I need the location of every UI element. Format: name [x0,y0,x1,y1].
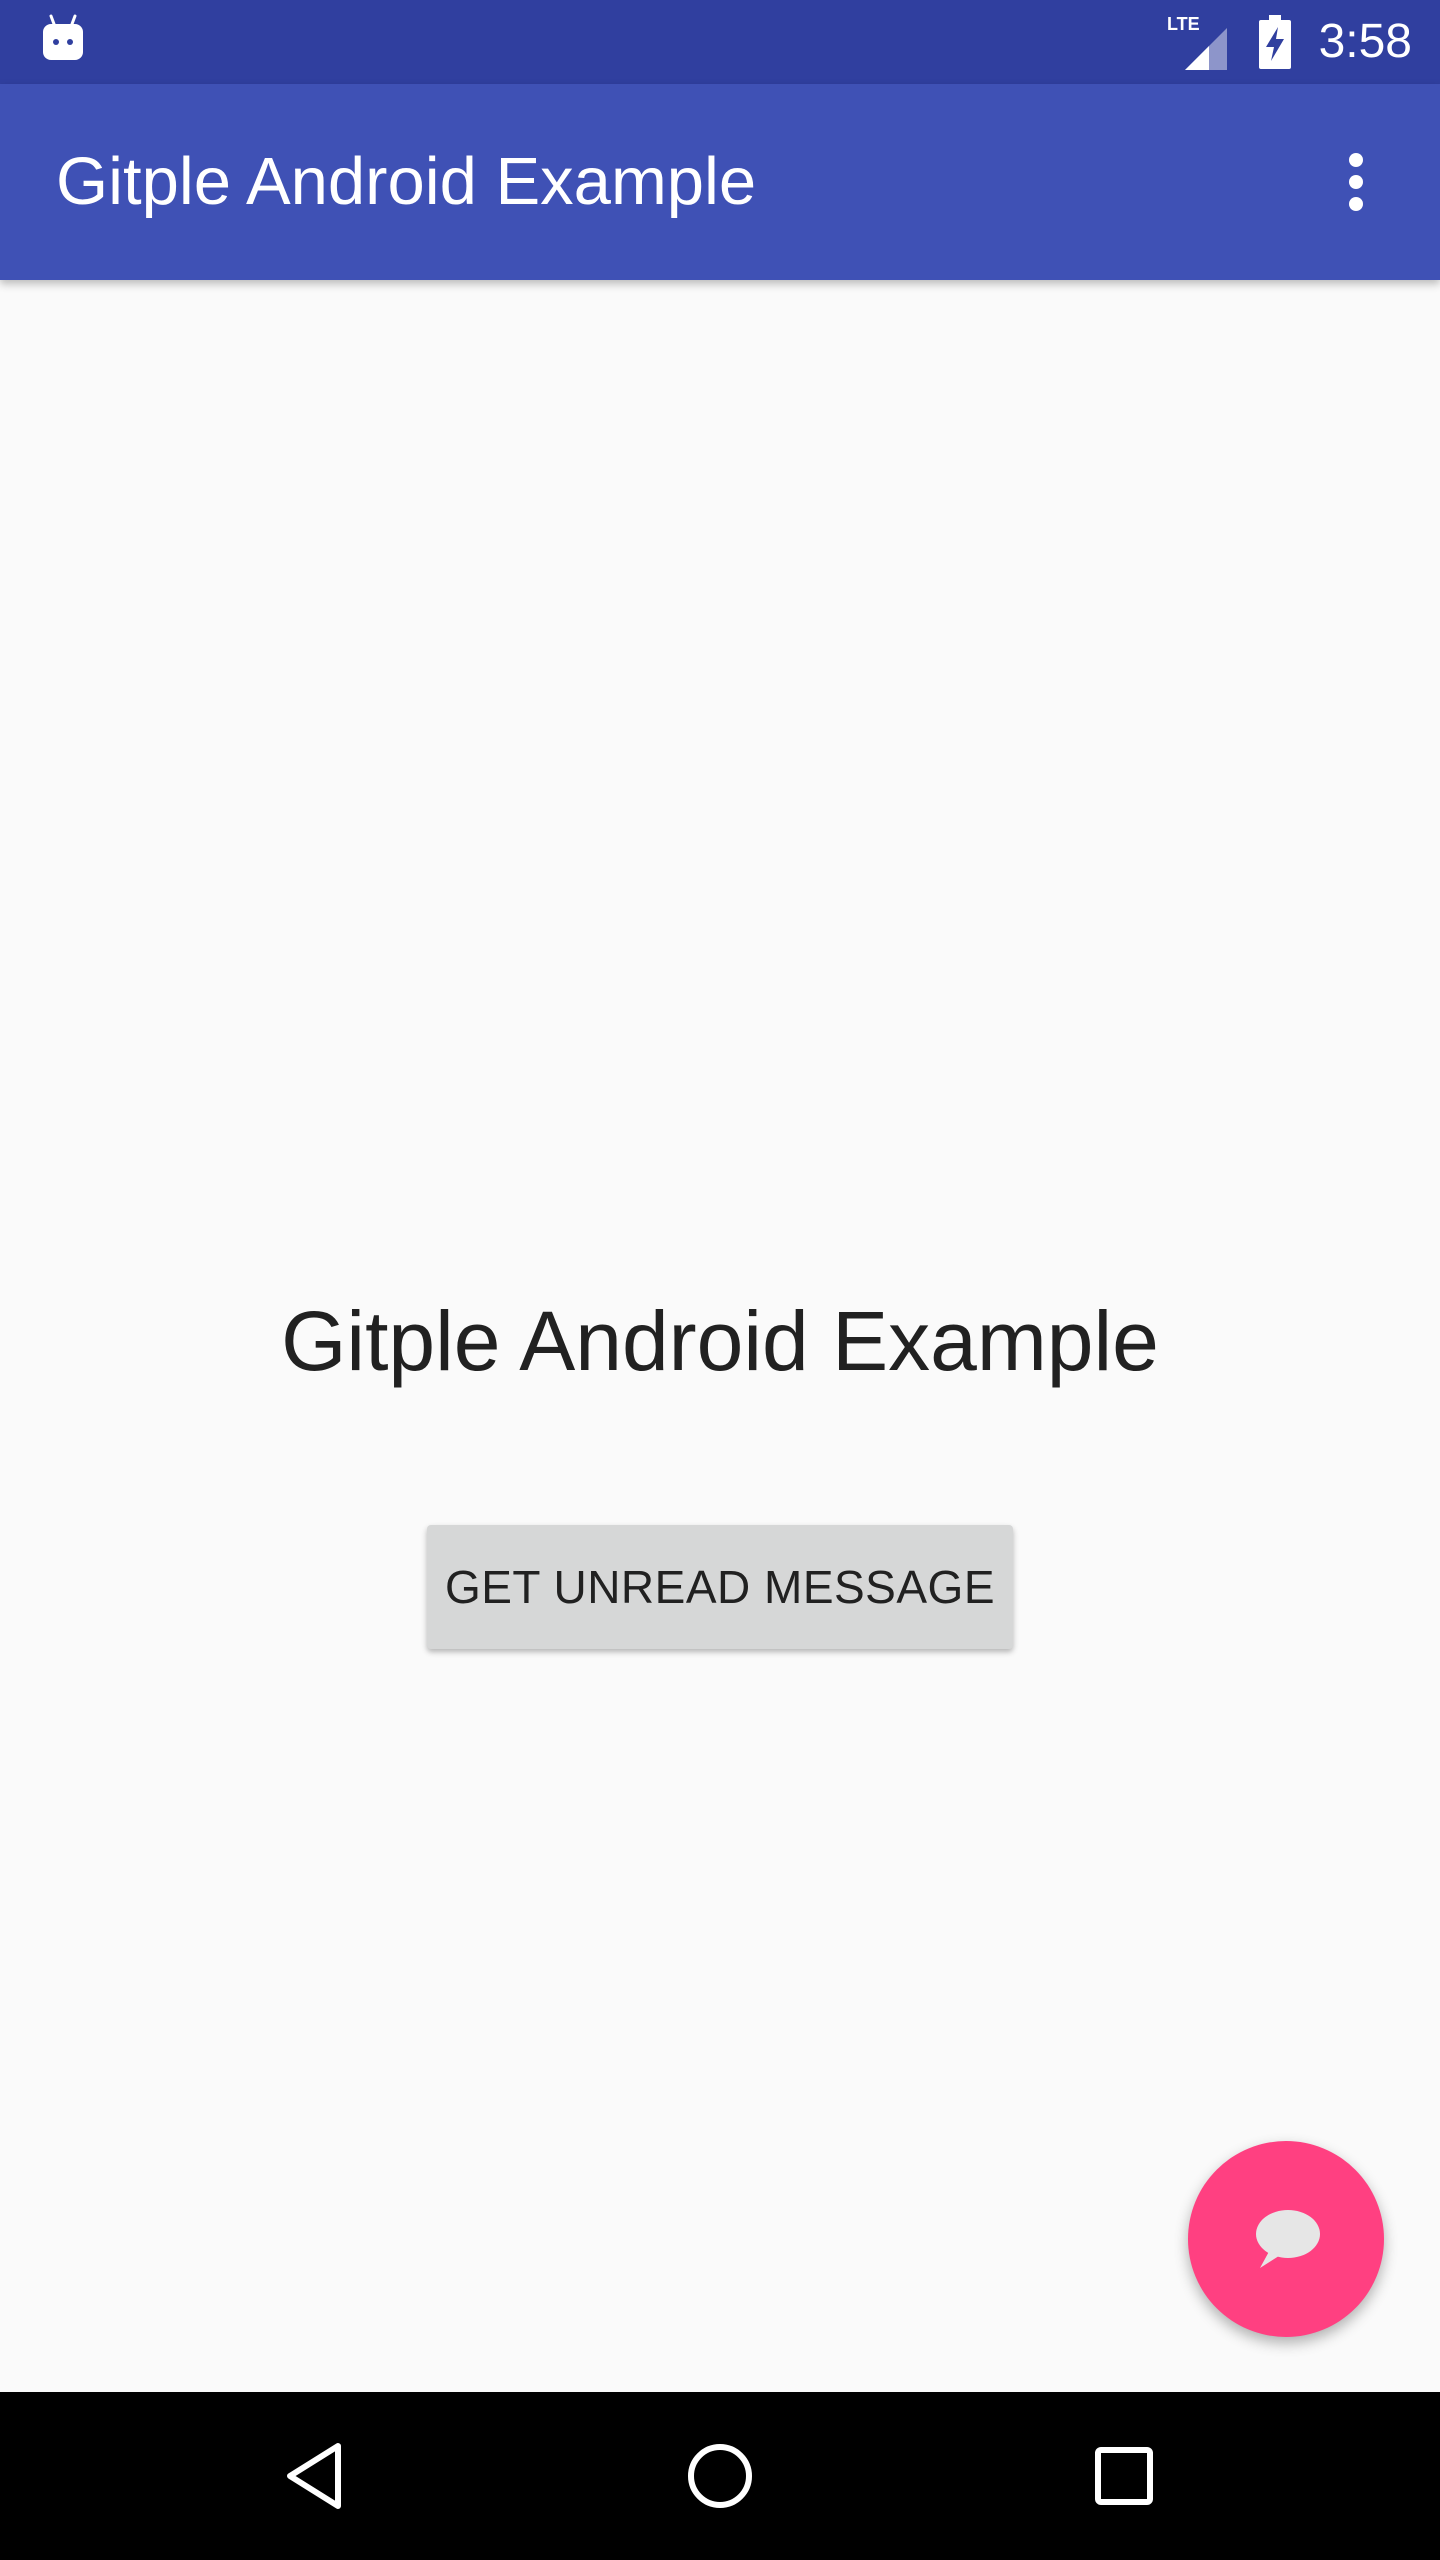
recents-square-icon [1095,2447,1153,2505]
chat-fab[interactable] [1188,2141,1384,2337]
chat-bubble-icon [1256,2210,1320,2268]
recents-button[interactable] [1068,2420,1180,2532]
home-button[interactable] [664,2420,776,2532]
overflow-menu-button[interactable] [1308,134,1404,230]
main-heading: Gitple Android Example [281,1294,1159,1388]
get-unread-message-button[interactable]: GET UNREAD MESSAGE [427,1525,1013,1649]
status-icons: LTE 3:58 [1165,0,1412,84]
status-time: 3:58 [1318,15,1412,68]
screen: LTE 3:58 Gitple Android Example Gitple A… [0,0,1440,2560]
app-title: Gitple Android Example [56,144,757,219]
back-button[interactable] [260,2420,372,2532]
back-triangle-icon [287,2443,341,2509]
network-label: LTE [1167,14,1200,34]
app-bar: Gitple Android Example [0,84,1440,280]
android-icon [43,14,83,60]
battery-charging-icon [1258,15,1291,69]
navigation-bar [0,2392,1440,2560]
signal-icon: LTE [1167,14,1227,70]
home-circle-icon [688,2444,752,2508]
more-vert-icon [1349,153,1363,211]
status-bar: LTE 3:58 [0,0,1440,84]
